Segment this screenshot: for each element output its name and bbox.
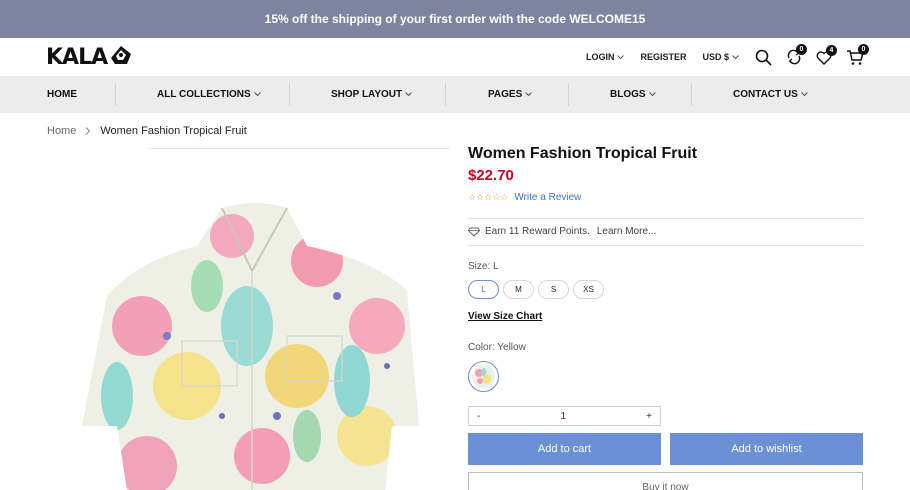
product-rating: ☆☆☆☆☆ Write a Review — [468, 192, 581, 203]
quantity-increase-button[interactable]: + — [646, 411, 652, 422]
color-swatch-yellow[interactable] — [468, 361, 499, 392]
cart-button[interactable]: 0 — [846, 43, 869, 66]
nav-contact-us-label: CONTACT US — [733, 89, 798, 100]
divider — [468, 245, 863, 246]
compare-count-badge: 0 — [796, 44, 807, 55]
size-label: Size: L — [468, 261, 499, 272]
nav-divider — [445, 83, 446, 106]
compare-button[interactable]: 0 — [786, 44, 807, 65]
add-to-cart-label: Add to cart — [537, 443, 592, 455]
chevron-down-icon — [800, 92, 808, 97]
login-link[interactable]: LOGIN — [586, 52, 625, 62]
breadcrumb: Home Women Fashion Tropical Fruit — [47, 125, 247, 137]
currency-selector[interactable]: USD $ — [702, 52, 739, 62]
nav-shop-layout-label: SHOP LAYOUT — [331, 89, 403, 100]
learn-more-link[interactable]: Learn More... — [597, 226, 656, 237]
reward-points: Earn 11 Reward Points. Learn More... — [468, 226, 656, 237]
diamond-icon — [468, 227, 480, 237]
wishlist-button[interactable]: 4 — [816, 44, 837, 65]
breadcrumb-current: Women Fashion Tropical Fruit — [100, 125, 247, 137]
nav-pages-label: PAGES — [488, 89, 523, 100]
nav-home-label: HOME — [47, 89, 77, 100]
nav-blogs-label: BLOGS — [610, 89, 646, 100]
size-option-xs[interactable]: XS — [573, 280, 604, 299]
size-option-m[interactable]: M — [503, 280, 534, 299]
color-label: Color: Yellow — [468, 342, 526, 353]
nav-all-collections[interactable]: ALL COLLECTIONS — [157, 76, 261, 113]
logo-mark-icon — [109, 44, 133, 71]
size-options: L M S XS — [468, 280, 608, 299]
chevron-down-icon — [253, 92, 261, 97]
nav-divider — [115, 83, 116, 106]
site-logo[interactable]: KALA — [46, 44, 133, 71]
buy-it-now-label: Buy it now — [642, 482, 689, 490]
chevron-down-icon — [405, 92, 412, 97]
announcement-text: 15% off the shipping of your first order… — [264, 12, 646, 26]
add-to-wishlist-button[interactable]: Add to wishlist — [670, 433, 863, 465]
wishlist-count-badge: 4 — [826, 44, 837, 56]
add-to-cart-button[interactable]: Add to cart — [468, 433, 661, 465]
product-image[interactable] — [47, 176, 450, 490]
nav-all-collections-label: ALL COLLECTIONS — [157, 89, 251, 100]
nav-divider — [691, 83, 692, 106]
register-link[interactable]: REGISTER — [640, 52, 686, 62]
product-title: Women Fashion Tropical Fruit — [468, 145, 698, 162]
chevron-right-icon — [85, 127, 91, 135]
nav-home[interactable]: HOME — [47, 76, 77, 113]
quantity-stepper: - 1 + — [468, 406, 661, 426]
search-icon — [755, 49, 772, 66]
cart-count-badge: 0 — [858, 43, 869, 55]
view-size-chart-link[interactable]: View Size Chart — [468, 311, 542, 322]
image-divider — [148, 148, 450, 149]
quantity-decrease-button[interactable]: - — [477, 411, 480, 422]
quantity-value[interactable]: 1 — [560, 411, 566, 422]
announcement-bar: 15% off the shipping of your first order… — [0, 0, 910, 38]
search-button[interactable] — [755, 49, 772, 66]
product-price: $22.70 — [468, 167, 514, 184]
divider — [468, 218, 863, 219]
main-nav: HOME ALL COLLECTIONS SHOP LAYOUT PAGES B… — [0, 76, 910, 113]
nav-divider — [289, 83, 290, 106]
nav-pages[interactable]: PAGES — [488, 76, 533, 113]
login-label: LOGIN — [585, 52, 615, 62]
nav-divider — [568, 83, 569, 106]
register-label: REGISTER — [640, 52, 687, 62]
size-option-s[interactable]: S — [538, 280, 569, 299]
chevron-down-icon — [732, 54, 739, 59]
site-header: KALA LOGIN REGISTER USD $ 0 4 0 — [0, 38, 910, 76]
reward-text: Earn 11 Reward Points. — [485, 226, 590, 237]
rating-stars: ☆☆☆☆☆ — [468, 192, 509, 202]
chevron-down-icon — [617, 54, 625, 59]
chevron-down-icon — [648, 92, 656, 97]
nav-shop-layout[interactable]: SHOP LAYOUT — [331, 76, 412, 113]
currency-label: USD $ — [702, 52, 729, 62]
chevron-down-icon — [525, 92, 533, 97]
nav-blogs[interactable]: BLOGS — [610, 76, 656, 113]
size-option-l[interactable]: L — [468, 280, 499, 299]
buy-it-now-button[interactable]: Buy it now — [468, 472, 863, 490]
logo-text: KALA — [46, 45, 108, 70]
add-to-wishlist-label: Add to wishlist — [731, 443, 802, 455]
breadcrumb-home-link[interactable]: Home — [47, 125, 76, 137]
nav-contact-us[interactable]: CONTACT US — [733, 76, 808, 113]
header-actions: LOGIN REGISTER USD $ 0 4 0 — [586, 38, 869, 76]
write-review-link[interactable]: Write a Review — [514, 192, 581, 203]
